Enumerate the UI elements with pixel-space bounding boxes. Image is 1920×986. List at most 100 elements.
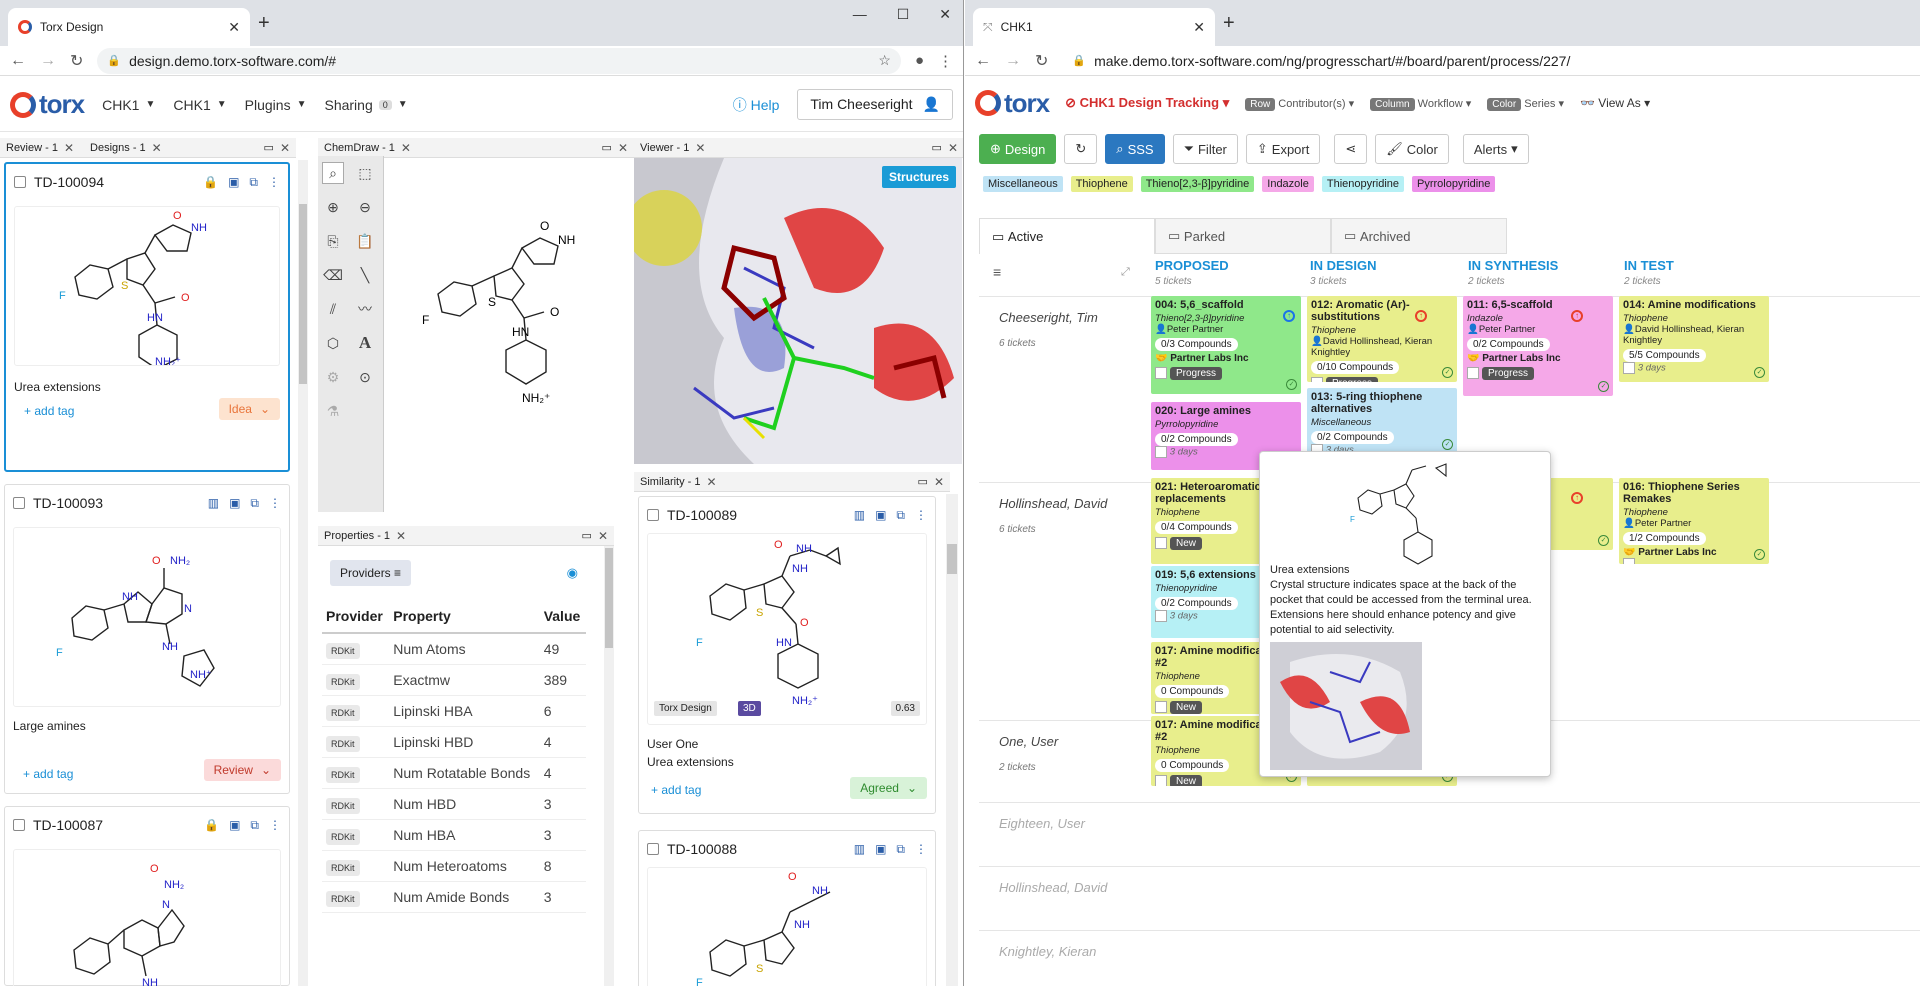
design-card[interactable]: TD-100093 ▥ ▣ ⧉ ⋮ F NH O NH₂ N NH NH⁺ Large… (4, 484, 290, 794)
chemdraw-canvas[interactable]: F S O NH O HN NH₂⁺ (386, 158, 626, 510)
maximize-icon[interactable]: ☐ (897, 6, 910, 23)
tab-archived[interactable]: ▭ Archived (1331, 218, 1507, 254)
menu-project[interactable]: CHK1 ▼ (102, 97, 155, 113)
torx-logo[interactable]: torx (975, 88, 1050, 119)
select-tool-icon[interactable]: ⬚ (354, 162, 376, 184)
structures-badge[interactable]: Structures (881, 166, 956, 188)
scroll-thumb[interactable] (605, 548, 613, 648)
alert-marker-icon[interactable]: ↑ (1283, 310, 1295, 322)
close-icon[interactable]: ✕ (401, 141, 411, 155)
similarity-scrollbar[interactable] (946, 494, 958, 986)
properties-scrollbar[interactable] (604, 546, 614, 986)
torx-logo[interactable]: torx (10, 89, 85, 120)
ticket-checkbox[interactable] (1623, 362, 1635, 374)
ticket-state-pill[interactable]: New (1170, 537, 1203, 550)
more-icon[interactable]: ⋮ (269, 818, 281, 833)
alerts-button[interactable]: Alerts ▾ (1462, 134, 1529, 164)
close-icon[interactable]: ✕ (948, 141, 958, 155)
doc-icon[interactable]: ▣ (229, 818, 240, 833)
lasso-tool-icon[interactable]: ⌕ (322, 162, 344, 184)
text-tool-icon[interactable]: A (354, 332, 376, 354)
close-icon[interactable]: ✕ (618, 141, 628, 155)
ticket-state-pill[interactable]: Progress (1170, 367, 1223, 380)
status-dropdown[interactable]: Review ⌄ (203, 759, 281, 781)
bookmark-star-icon[interactable]: ☆ (878, 52, 891, 69)
column-selector[interactable]: Column Workflow ▾ (1370, 97, 1471, 111)
paste-tool-icon[interactable]: 📋 (354, 230, 376, 252)
ticket-checkbox[interactable] (1311, 377, 1323, 382)
ticket-card[interactable]: 013: 5-ring thiophene alternatives Miscel… (1307, 388, 1457, 454)
select-checkbox[interactable] (13, 819, 25, 831)
add-tag-link[interactable]: + add tag (651, 783, 701, 797)
add-design-button[interactable]: ⊕ Design (979, 134, 1057, 164)
more-icon[interactable]: ⋮ (915, 508, 927, 523)
compound-count[interactable]: 0/10 Compounds (1311, 361, 1400, 374)
list-menu-icon[interactable]: ≡ (993, 264, 1001, 280)
building-icon[interactable]: ▥ (854, 508, 865, 523)
add-tag-link[interactable]: + add tag (23, 767, 73, 781)
ticket-state-pill[interactable]: Progress (1482, 367, 1535, 380)
series-tag[interactable]: Thieno[2,3-β]pyridine (1140, 176, 1255, 192)
eraser-tool-icon[interactable]: ⌫ (322, 264, 344, 286)
color-button[interactable]: 🖌 Color (1375, 134, 1449, 164)
eye-icon[interactable]: ◉ (567, 565, 578, 581)
lock-icon[interactable]: 🔒 (203, 175, 218, 190)
profile-icon[interactable]: ● (915, 52, 924, 70)
zoom-out-icon[interactable]: ⊖ (354, 196, 376, 218)
close-icon[interactable]: ✕ (64, 141, 74, 155)
ticket-checkbox[interactable] (1623, 558, 1635, 564)
status-dropdown[interactable]: Idea ⌄ (218, 398, 280, 420)
lock-icon[interactable]: 🔒 (204, 818, 219, 833)
ticket-state-pill[interactable]: New (1170, 701, 1203, 714)
view-as-selector[interactable]: 👓 View As ▾ (1580, 96, 1650, 110)
close-window-icon[interactable]: ✕ (939, 6, 951, 23)
alert-marker-icon[interactable]: ↑ (1415, 310, 1427, 322)
url-field[interactable]: 🔒 design.demo.torx-software.com/# ☆ (97, 47, 901, 74)
ticket-checkbox[interactable] (1155, 701, 1167, 714)
compound-count[interactable]: 0/2 Compounds (1155, 433, 1238, 446)
row-owner[interactable]: One, User (999, 734, 1058, 749)
filter-button[interactable]: ⏷ Filter (1172, 134, 1238, 164)
kebab-menu-icon[interactable]: ⋮ (938, 52, 953, 70)
browser-tab[interactable]: Torx Design ✕ (8, 8, 250, 46)
compound-count[interactable]: 0/3 Compounds (1155, 338, 1238, 351)
tab-similarity[interactable]: Similarity - 1 (640, 476, 701, 488)
user-menu[interactable]: Tim Cheeseright 👤 (797, 89, 953, 120)
building-icon[interactable]: ▥ (208, 496, 219, 511)
compound-count[interactable]: 5/5 Compounds (1623, 349, 1706, 362)
copy-icon[interactable]: ⧉ (250, 496, 259, 511)
ring-tool-icon[interactable]: ⬡ (322, 332, 344, 354)
row-owner[interactable]: Eighteen, User (999, 816, 1085, 831)
tab-viewer[interactable]: Viewer - 1 (640, 142, 689, 154)
status-dropdown[interactable]: Agreed ⌄ (850, 777, 927, 799)
project-dropdown[interactable]: ⊘ CHK1 Design Tracking ▾ (1065, 95, 1229, 111)
compound-count[interactable]: 0/2 Compounds (1155, 597, 1238, 610)
sss-button[interactable]: ⌕ SSS (1105, 134, 1165, 164)
compound-count[interactable]: 0 Compounds (1155, 759, 1230, 772)
menu-plugins[interactable]: Plugins ▼ (245, 97, 307, 113)
copy-icon[interactable]: ⧉ (896, 508, 905, 523)
compound-count[interactable]: 0/4 Compounds (1155, 521, 1238, 534)
select-checkbox[interactable] (647, 509, 659, 521)
row-owner[interactable]: Hollinshead, David (999, 880, 1107, 895)
help-link[interactable]: ⓘ Help (733, 95, 780, 115)
ticket-checkbox[interactable] (1467, 367, 1479, 380)
zoom-in-icon[interactable]: ⊕ (322, 196, 344, 218)
ticket-checkbox[interactable] (1155, 537, 1167, 550)
review-scrollbar[interactable] (298, 160, 308, 986)
reload-icon[interactable]: ↻ (1035, 51, 1048, 71)
design-card[interactable]: TD-100094 🔒 ▣ ⧉ ⋮ F S O NH O HN NH₂⁺ Ure… (4, 162, 290, 472)
copy-icon[interactable]: ⧉ (250, 818, 259, 833)
back-icon[interactable]: ← (975, 52, 991, 70)
ticket-card[interactable]: 011: 6,5-scaffold Indazole 👤Peter Partner 0… (1463, 296, 1613, 396)
tab-parked[interactable]: ▭ Parked (1155, 218, 1331, 254)
ticket-checkbox[interactable] (1155, 775, 1167, 786)
browser-tab[interactable]: ⤧ CHK1 ✕ (973, 8, 1215, 46)
new-tab-icon[interactable]: + (258, 12, 270, 35)
row-owner[interactable]: Knightley, Kieran (999, 944, 1096, 959)
forward-icon[interactable]: → (1005, 52, 1021, 70)
close-icon[interactable]: ✕ (707, 475, 717, 489)
maximize-panel-icon[interactable]: ▭ (602, 141, 612, 154)
back-icon[interactable]: ← (10, 52, 26, 70)
compound-count[interactable]: 0/2 Compounds (1467, 338, 1550, 351)
